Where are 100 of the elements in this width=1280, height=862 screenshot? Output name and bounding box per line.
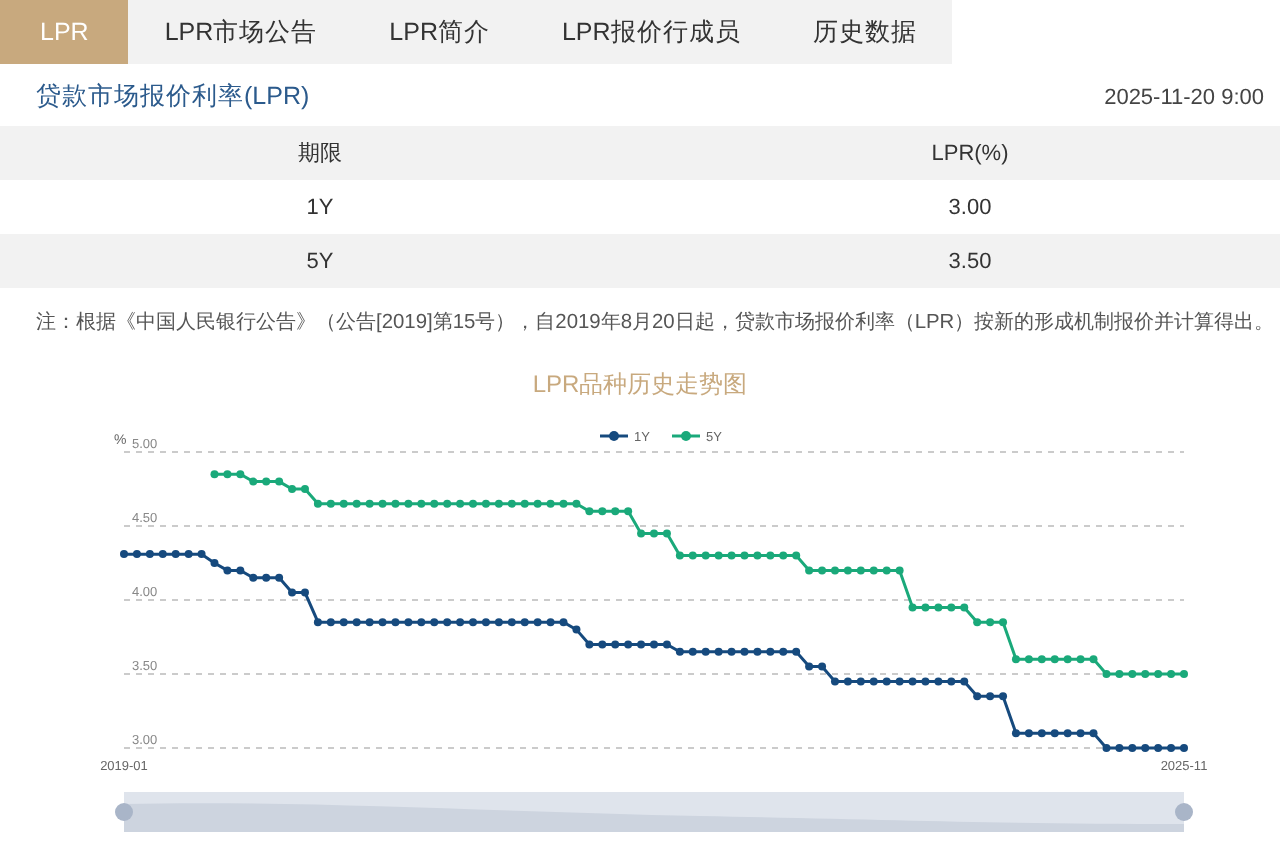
tab[interactable]: LPR市场公告 (128, 0, 354, 64)
data-point (469, 499, 477, 508)
data-point (533, 618, 542, 627)
data-point (1141, 670, 1150, 678)
data-point (662, 640, 671, 649)
data-point (701, 647, 710, 656)
data-point (559, 618, 568, 627)
data-point (572, 625, 581, 634)
data-point (934, 603, 943, 612)
data-point (313, 499, 322, 508)
data-point (469, 618, 477, 627)
data-point (352, 499, 361, 508)
data-point (1037, 655, 1046, 664)
tab[interactable]: LPR报价行成员 (525, 0, 777, 64)
data-point (792, 551, 801, 560)
data-point (921, 603, 930, 612)
section-title: 贷款市场报价利率(LPR) (36, 80, 310, 114)
data-point (947, 603, 956, 612)
data-point (856, 677, 865, 686)
data-point (805, 566, 814, 575)
data-point (1024, 655, 1033, 664)
data-point (1089, 729, 1098, 738)
data-point (339, 499, 348, 508)
data-point (507, 618, 516, 627)
data-point (326, 499, 335, 508)
table-cell: 3.00 (948, 195, 992, 219)
data-point (895, 677, 904, 686)
data-point (727, 551, 736, 560)
data-point (740, 647, 749, 656)
data-point (1154, 744, 1163, 752)
data-point (831, 566, 839, 575)
data-point (262, 573, 271, 582)
data-point (934, 677, 943, 686)
data-point (326, 618, 335, 627)
tab[interactable]: LPR简介 (353, 0, 526, 64)
column-header: LPR(%) (931, 141, 1009, 165)
data-point (1011, 655, 1020, 664)
data-point (456, 499, 465, 508)
data-point (378, 618, 387, 627)
data-point (145, 550, 154, 559)
data-point (960, 677, 969, 686)
data-point (275, 573, 284, 582)
data-point (662, 529, 671, 538)
data-point (171, 550, 180, 559)
data-point (986, 618, 995, 627)
data-point (960, 603, 969, 612)
data-point (481, 499, 490, 508)
data-point (675, 551, 684, 560)
tab[interactable]: 历史数据 (776, 0, 953, 64)
data-point (650, 640, 658, 649)
data-point (223, 470, 232, 479)
data-point (701, 551, 710, 560)
data-point (1141, 744, 1150, 752)
data-point (727, 647, 736, 656)
data-point (895, 566, 904, 575)
data-point (843, 677, 852, 686)
data-point (184, 550, 193, 559)
data-point (1063, 729, 1072, 738)
data-point (740, 551, 749, 560)
data-point (805, 662, 814, 671)
data-point (417, 499, 426, 508)
data-point (999, 618, 1007, 627)
data-point (1128, 670, 1137, 678)
table-cell: 3.50 (948, 249, 992, 273)
zoom-slider[interactable] (115, 792, 1193, 832)
data-point (624, 640, 633, 649)
data-point (507, 499, 516, 508)
data-point (391, 618, 400, 627)
data-point (1102, 744, 1111, 752)
data-point (611, 640, 620, 649)
data-point (624, 507, 633, 516)
data-point (365, 618, 374, 627)
data-point (753, 551, 762, 560)
data-point (882, 566, 891, 575)
data-point (650, 529, 658, 538)
data-point (818, 662, 827, 671)
data-point (947, 677, 956, 686)
data-point (637, 529, 646, 538)
data-point (973, 618, 982, 627)
data-point (520, 618, 529, 627)
data-point (572, 499, 581, 508)
footnote: 注：根据《中国人民银行公告》（公告[2019]第15号），自2019年8月20日起，贷款市场报价利率（LPR）按新的形成机制报价并计算得出。 (34, 309, 1277, 336)
data-point (210, 470, 219, 479)
data-point (766, 551, 775, 560)
data-point (637, 640, 646, 649)
data-point (1128, 744, 1137, 752)
data-point (1037, 729, 1046, 738)
data-point (611, 507, 620, 516)
data-point (223, 566, 232, 575)
data-point (430, 499, 439, 508)
data-point (869, 677, 878, 686)
data-point (546, 499, 555, 508)
data-point (262, 477, 271, 486)
data-point (404, 499, 413, 508)
table-cell: 5Y (306, 249, 334, 273)
data-point (430, 618, 439, 627)
data-point (882, 677, 891, 686)
data-point (391, 499, 400, 508)
data-point (1076, 655, 1085, 664)
table-cell: 1Y (306, 195, 334, 219)
